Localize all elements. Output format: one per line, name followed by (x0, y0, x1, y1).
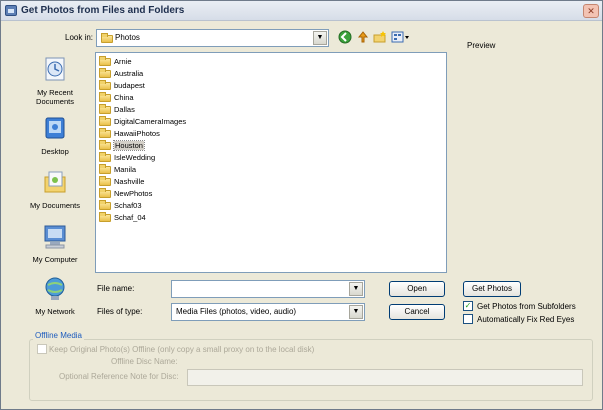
place-label: My Network (35, 307, 75, 316)
file-type-label: Files of type: (97, 307, 143, 316)
dialog-window: Get Photos from Files and Folders ✕ Look… (0, 0, 603, 410)
folder-icon (99, 116, 111, 126)
place-my-computer[interactable]: My Computer (19, 223, 91, 264)
place-my-network[interactable]: My Network (19, 275, 91, 316)
folder-icon (99, 104, 111, 114)
folder-icon (101, 33, 113, 43)
file-type-value: Media Files (photos, video, audio) (176, 307, 297, 316)
file-name-input[interactable]: ▼ (171, 280, 365, 298)
place-label: My Documents (29, 201, 80, 210)
folder-icon (99, 56, 111, 66)
folder-icon (99, 164, 111, 174)
place-label: My Recent Documents (36, 88, 74, 106)
views-menu-icon[interactable] (391, 30, 411, 44)
folder-icon (99, 176, 111, 186)
place-recent-documents[interactable]: My Recent Documents (19, 56, 91, 106)
disc-name-label: Offline Disc Name: (111, 357, 178, 366)
subfolders-checkbox[interactable]: ✓ (463, 301, 473, 311)
folder-icon (99, 152, 111, 162)
my-documents-icon (44, 171, 66, 193)
keep-offline-label: Keep Original Photo(s) Offline (only cop… (49, 345, 315, 354)
folder-icon (99, 68, 111, 78)
chevron-down-icon: ▼ (313, 31, 327, 45)
folder-icon (99, 92, 111, 102)
look-in-value: Photos (115, 33, 140, 42)
recent-documents-icon (45, 57, 65, 81)
chevron-down-icon: ▼ (349, 282, 363, 296)
file-name-label: File name: (97, 284, 135, 293)
get-photos-button[interactable]: Get Photos (463, 281, 521, 297)
reference-note-input[interactable] (187, 369, 583, 386)
place-desktop[interactable]: Desktop (19, 115, 91, 156)
keep-offline-checkbox[interactable] (37, 344, 47, 354)
place-label: My Computer (32, 255, 78, 264)
folder-icon (99, 200, 111, 210)
offline-media-title: Offline Media (33, 331, 84, 340)
reference-note-label: Optional Reference Note for Disc: (59, 372, 179, 381)
red-eyes-checkbox[interactable] (463, 314, 473, 324)
chevron-down-icon: ▼ (349, 305, 363, 319)
folder-icon (99, 188, 111, 198)
my-computer-icon (44, 225, 66, 249)
app-icon (5, 5, 17, 16)
file-list[interactable]: Arnie Australia budapest China Dallas Di… (95, 52, 447, 273)
file-type-dropdown[interactable]: Media Files (photos, video, audio) ▼ (171, 303, 365, 321)
look-in-dropdown[interactable]: Photos ▼ (96, 29, 329, 47)
place-my-documents[interactable]: My Documents (19, 169, 91, 210)
preview-label: Preview (467, 41, 496, 50)
red-eyes-label: Automatically Fix Red Eyes (477, 315, 575, 324)
up-folder-icon[interactable] (356, 30, 370, 44)
desktop-icon (45, 117, 65, 139)
cancel-button[interactable]: Cancel (389, 304, 445, 320)
place-label: Desktop (41, 147, 69, 156)
folder-icon (99, 212, 111, 222)
new-folder-icon[interactable] (373, 30, 387, 44)
close-button[interactable]: ✕ (583, 4, 599, 18)
folder-icon (99, 80, 111, 90)
my-network-icon (45, 277, 65, 300)
look-in-label: Look in: (65, 33, 94, 42)
window-title: Get Photos from Files and Folders (21, 5, 185, 16)
subfolders-label: Get Photos from Subfolders (477, 302, 576, 311)
title-bar: Get Photos from Files and Folders ✕ (1, 1, 602, 21)
places-bar: My Recent Documents Desktop My Documents (19, 51, 91, 323)
back-icon[interactable] (338, 30, 352, 44)
open-button[interactable]: Open (389, 281, 445, 297)
folder-icon (99, 128, 111, 138)
folder-icon (99, 140, 111, 150)
